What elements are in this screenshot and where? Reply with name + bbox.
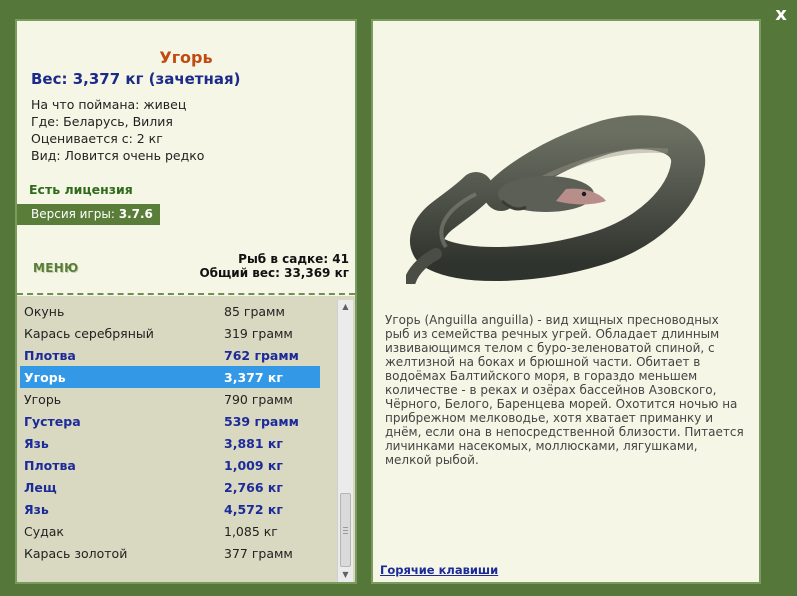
fish-list-weight: 539 грамм [224, 414, 299, 429]
arrow-down-icon[interactable]: ▼ [338, 568, 353, 582]
catch-list-scrollbar[interactable]: ▲ ▼ [337, 300, 353, 582]
fish-list-name: Плотва [24, 348, 76, 363]
description-content: Угорь (Anguilla anguilla) - вид хищных п… [376, 24, 756, 579]
fish-list-weight: 762 грамм [224, 348, 299, 363]
fish-rarity: Вид: Ловится очень редко [31, 148, 205, 163]
fish-list-weight: 85 грамм [224, 304, 285, 319]
grip-line [343, 530, 348, 531]
fish-list-weight: 377 грамм [224, 546, 293, 561]
list-item[interactable]: Язь 4,572 кг [20, 498, 320, 520]
menu-button[interactable]: МЕНЮ [33, 261, 78, 275]
fish-value: Оценивается с: 2 кг [31, 131, 163, 146]
fish-bait: На что поймана: живец [31, 97, 187, 112]
fish-list-weight: 2,766 кг [224, 480, 283, 495]
list-item[interactable]: Плотва 1,009 кг [20, 454, 320, 476]
fish-list-name: Карась серебряный [24, 326, 154, 341]
fish-details: Угорь Вес: 3,377 кг (зачетная) На что по… [17, 21, 355, 295]
fish-list-weight: 3,377 кг [224, 370, 283, 385]
fish-list-name: Лещ [24, 480, 57, 495]
fish-list-name: Угорь [24, 392, 62, 407]
eel-picture [406, 115, 706, 284]
list-item[interactable]: Плотва 762 грамм [20, 344, 320, 366]
close-icon[interactable]: x [770, 4, 792, 26]
fish-description-panel: Угорь (Anguilla anguilla) - вид хищных п… [371, 19, 761, 584]
keepnet-count: Рыб в садке: 41 [238, 252, 349, 266]
fish-list-name: Окунь [24, 304, 65, 319]
dashed-divider [17, 293, 355, 295]
catch-list[interactable]: Окунь 85 грамм Карась серебряный 319 грамм П… [17, 296, 355, 582]
fish-list-name: Язь [24, 436, 49, 451]
list-item[interactable]: Лещ 2,766 кг [20, 476, 320, 498]
fish-list-weight: 319 грамм [224, 326, 293, 341]
hotkeys-link[interactable]: Горячие клавиши [380, 563, 498, 577]
fish-list-name: Густера [24, 414, 81, 429]
keepnet-summary: Рыб в садке: 41 Общий вес: 33,369 кг [199, 252, 349, 280]
list-item[interactable]: Угорь 3,377 кг [20, 366, 320, 388]
arrow-up-icon[interactable]: ▲ [338, 300, 353, 314]
grip-line [343, 533, 348, 534]
game-version: Версия игры: 3.7.6 [17, 204, 160, 225]
fish-list-name: Судак [24, 524, 64, 539]
fish-list-name: Угорь [24, 370, 66, 385]
keepnet-total-weight: Общий вес: 33,369 кг [199, 266, 349, 280]
fish-list-weight: 1,009 кг [224, 458, 283, 473]
list-item[interactable]: Карась золотой 377 грамм [20, 542, 320, 564]
fish-list-weight: 4,572 кг [224, 502, 283, 517]
list-item[interactable]: Густера 539 грамм [20, 410, 320, 432]
list-item[interactable]: Карась серебряный 319 грамм [20, 322, 320, 344]
license-status: Есть лицензия [29, 182, 133, 197]
version-number: 3.7.6 [118, 207, 153, 221]
list-item[interactable]: Окунь 85 грамм [20, 300, 320, 322]
fish-list-name: Язь [24, 502, 49, 517]
version-label: Версия игры: [31, 207, 115, 221]
fish-list-weight: 1,085 кг [224, 524, 278, 539]
fish-name: Угорь [159, 48, 213, 67]
list-item[interactable]: Судак 1,085 кг [20, 520, 320, 542]
fish-info-panel: Угорь Вес: 3,377 кг (зачетная) На что по… [15, 19, 357, 584]
fish-location: Где: Беларусь, Вилия [31, 114, 173, 129]
fish-weight: Вес: 3,377 кг (зачетная) [31, 70, 241, 88]
fish-list-weight: 3,881 кг [224, 436, 283, 451]
fish-list-weight: 790 грамм [224, 392, 293, 407]
grip-line [343, 527, 348, 528]
list-item[interactable]: Угорь 790 грамм [20, 388, 320, 410]
fish-description: Угорь (Anguilla anguilla) - вид хищных п… [385, 313, 744, 467]
scrollbar-thumb[interactable] [340, 493, 351, 567]
list-item[interactable]: Язь 3,881 кг [20, 432, 320, 454]
fish-list-name: Плотва [24, 458, 76, 473]
fish-list-name: Карась золотой [24, 546, 128, 561]
